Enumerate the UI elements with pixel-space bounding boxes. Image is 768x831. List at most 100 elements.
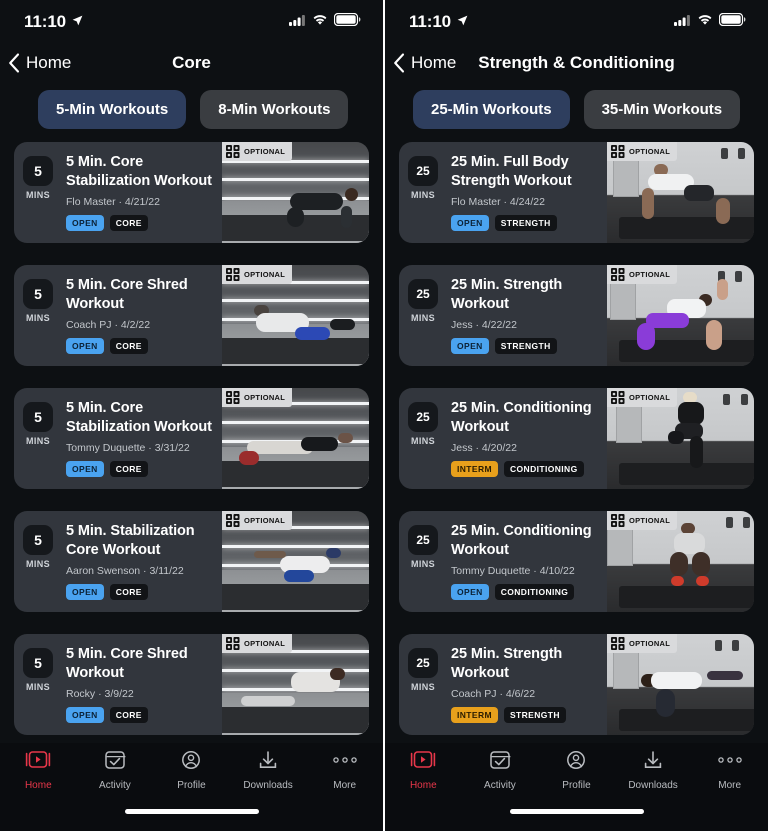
filter-pill-35min[interactable]: 35-Min Workouts xyxy=(583,89,741,129)
workout-list[interactable]: 25 MINS 25 Min. Full Body Strength Worko… xyxy=(385,142,768,743)
workout-meta: Flo Master · 4/21/22 xyxy=(66,195,160,208)
workout-card[interactable]: 25 MINS 25 Min. Conditioning Workout Tom… xyxy=(399,511,754,612)
workout-meta: Rocky · 3/9/22 xyxy=(66,687,134,700)
tab-more-label: More xyxy=(333,780,357,791)
workout-card[interactable]: 5 MINS 5 Min. Core Stabilization Workout… xyxy=(14,142,369,243)
workout-meta: Jess · 4/20/22 xyxy=(451,441,517,454)
optional-badge: OPTIONAL xyxy=(222,388,293,407)
status-time: 11:10 xyxy=(409,12,452,31)
athlete-silhouette xyxy=(625,660,746,725)
tag-row: OPEN CORE xyxy=(66,337,216,354)
workout-info: 5 Min. Stabilization Core Workout Aaron … xyxy=(62,511,222,612)
workout-card[interactable]: 25 MINS 25 Min. Strength Workout Coach P… xyxy=(399,634,754,735)
battery-full-icon xyxy=(718,12,746,31)
duration-unit-label: MINS xyxy=(410,559,436,569)
tab-profile[interactable]: Profile xyxy=(153,750,230,791)
tab-home[interactable]: Home xyxy=(385,750,462,791)
workout-card[interactable]: 25 MINS 25 Min. Strength Workout Jess · … xyxy=(399,265,754,366)
duration-badge: 5 xyxy=(23,156,53,186)
optional-badge: OPTIONAL xyxy=(607,142,678,161)
level-badge: OPEN xyxy=(451,214,489,231)
workout-card[interactable]: 5 MINS 5 Min. Core Shred Workout Rocky ·… xyxy=(14,634,369,735)
workout-card[interactable]: 5 MINS 5 Min. Stabilization Core Workout… xyxy=(14,511,369,612)
tab-downloads[interactable]: Downloads xyxy=(230,750,307,791)
workout-info: 5 Min. Core Stabilization Workout Tommy … xyxy=(62,388,222,489)
duration-block: 5 MINS xyxy=(14,388,62,489)
home-indicator-area xyxy=(385,807,768,831)
wifi-icon xyxy=(312,13,328,31)
chevron-left-icon xyxy=(393,53,405,73)
duration-badge: 5 xyxy=(23,648,53,678)
workout-card[interactable]: 5 MINS 5 Min. Core Stabilization Workout… xyxy=(14,388,369,489)
duration-unit-label: MINS xyxy=(410,436,436,446)
workout-title: 25 Min. Strength Workout xyxy=(451,277,563,313)
duration-block: 5 MINS xyxy=(14,265,62,366)
tab-profile[interactable]: Profile xyxy=(538,750,615,791)
weight-plates-icon xyxy=(611,145,625,158)
level-badge: OPEN xyxy=(451,337,489,354)
filter-pill-5min[interactable]: 5-Min Workouts xyxy=(38,89,187,129)
tab-more[interactable]: More xyxy=(306,750,383,791)
category-badge: STRENGTH xyxy=(503,706,566,723)
duration-badge: 5 xyxy=(23,279,53,309)
category-badge: CORE xyxy=(109,337,148,354)
workout-card[interactable]: 25 MINS 25 Min. Full Body Strength Worko… xyxy=(399,142,754,243)
home-indicator[interactable] xyxy=(509,809,644,814)
optional-badge-label: OPTIONAL xyxy=(244,393,286,402)
tag-row: INTERM STRENGTH xyxy=(451,706,601,723)
checkbox-calendar-icon xyxy=(104,750,126,775)
tab-downloads-label: Downloads xyxy=(243,780,293,791)
home-indicator[interactable] xyxy=(124,809,259,814)
workout-card[interactable]: 5 MINS 5 Min. Core Shred Workout Coach P… xyxy=(14,265,369,366)
back-button[interactable]: Home xyxy=(8,53,71,73)
download-arrow-icon xyxy=(642,750,664,775)
optional-badge-label: OPTIONAL xyxy=(629,393,671,402)
optional-badge: OPTIONAL xyxy=(222,511,293,530)
back-button[interactable]: Home xyxy=(393,53,456,73)
workout-info: 5 Min. Core Shred Workout Coach PJ · 4/2… xyxy=(62,265,222,366)
filter-pill-8min[interactable]: 8-Min Workouts xyxy=(200,89,349,129)
tab-activity-label: Activity xyxy=(99,780,131,791)
workout-title: 5 Min. Core Stabilization Workout xyxy=(66,154,212,190)
workout-info: 25 Min. Full Body Strength Workout Flo M… xyxy=(447,142,607,243)
optional-badge-label: OPTIONAL xyxy=(244,516,286,525)
weight-plates-icon xyxy=(226,145,240,158)
status-bar: 11:10 xyxy=(385,0,768,44)
weight-plates-icon xyxy=(226,268,240,281)
duration-badge: 25 xyxy=(408,402,438,432)
optional-badge-label: OPTIONAL xyxy=(244,639,286,648)
workout-meta: Coach PJ · 4/2/22 xyxy=(66,318,151,331)
tab-downloads[interactable]: Downloads xyxy=(615,750,692,791)
chevron-left-icon xyxy=(8,53,20,73)
tab-more[interactable]: More xyxy=(691,750,768,791)
workout-card[interactable]: 25 MINS 25 Min. Conditioning Workout Jes… xyxy=(399,388,754,489)
duration-block: 25 MINS xyxy=(399,265,447,366)
duration-unit-label: MINS xyxy=(25,682,51,692)
person-circle-icon xyxy=(180,750,202,775)
tab-activity[interactable]: Activity xyxy=(77,750,154,791)
workout-info: 5 Min. Core Shred Workout Rocky · 3/9/22… xyxy=(62,634,222,735)
tab-activity[interactable]: Activity xyxy=(462,750,539,791)
tab-home[interactable]: Home xyxy=(0,750,77,791)
optional-badge-label: OPTIONAL xyxy=(629,270,671,279)
home-indicator-area xyxy=(0,807,383,831)
workout-title: 5 Min. Core Shred Workout xyxy=(66,277,188,313)
tab-bar: Home Activity Profile Downloads More xyxy=(385,743,768,807)
level-badge: OPEN xyxy=(66,337,104,354)
dual-screenshot-stage: 11:10 Home Core 5-Min Workouts 8-Min Wor… xyxy=(0,0,768,831)
tag-row: OPEN CONDITIONING xyxy=(451,583,601,600)
category-badge: STRENGTH xyxy=(494,337,557,354)
optional-badge-label: OPTIONAL xyxy=(629,639,671,648)
workout-title: 25 Min. Full Body Strength Workout xyxy=(451,154,572,190)
wifi-icon xyxy=(697,13,713,31)
tab-bar: Home Activity Profile Downloads More xyxy=(0,743,383,807)
filter-pill-25min[interactable]: 25-Min Workouts xyxy=(413,89,570,129)
workout-list[interactable]: 5 MINS 5 Min. Core Stabilization Workout… xyxy=(0,142,383,743)
tag-row: OPEN CORE xyxy=(66,214,216,231)
athlete-silhouette xyxy=(628,279,743,360)
weight-plates-icon xyxy=(611,268,625,281)
workout-info: 25 Min. Strength Workout Jess · 4/22/22 … xyxy=(447,265,607,366)
workout-thumbnail: OPTIONAL xyxy=(607,388,754,489)
level-badge: OPEN xyxy=(66,460,104,477)
duration-unit-label: MINS xyxy=(25,436,51,446)
